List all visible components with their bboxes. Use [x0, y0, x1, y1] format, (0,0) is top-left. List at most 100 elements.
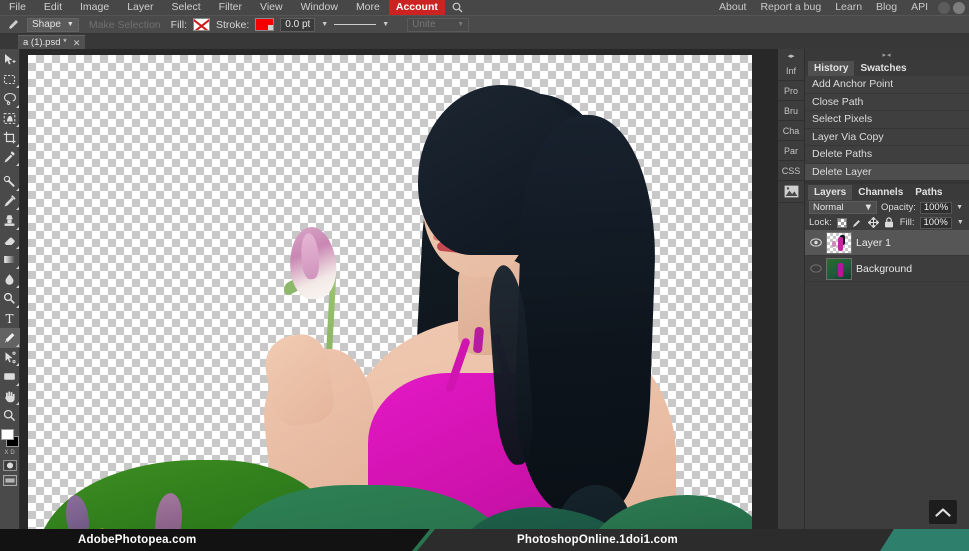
history-item[interactable]: Layer Via Copy	[805, 129, 969, 146]
gradient-tool[interactable]	[0, 250, 20, 270]
menu-api[interactable]: API	[904, 0, 935, 15]
menu-learn[interactable]: Learn	[828, 0, 869, 15]
marquee-tool[interactable]	[0, 70, 20, 90]
hand-tool[interactable]	[0, 387, 20, 407]
tab-channels[interactable]: Channels	[852, 185, 909, 200]
eye-icon[interactable]	[809, 238, 822, 247]
foreground-color-swatch[interactable]	[0, 428, 14, 440]
info-tab[interactable]: Inf	[777, 61, 805, 81]
menu-edit[interactable]: Edit	[35, 0, 71, 15]
fill-input[interactable]: 100%	[919, 216, 952, 229]
fill-chevron-down-icon[interactable]: ▼	[957, 219, 964, 226]
menu-select[interactable]: Select	[162, 0, 209, 15]
layer-thumbnail[interactable]	[826, 231, 852, 254]
css-tab[interactable]: CSS	[777, 161, 805, 181]
history-list[interactable]: Add Anchor Point Close Path Select Pixel…	[805, 76, 969, 181]
menu-blog[interactable]: Blog	[869, 0, 904, 15]
canvas-area[interactable]: le sinh	[20, 49, 778, 551]
lasso-tool[interactable]	[0, 89, 20, 109]
menu-report-bug[interactable]: Report a bug	[753, 0, 828, 15]
brushes-tab[interactable]: Bru	[777, 101, 805, 121]
layer-row-layer-1[interactable]: Layer 1	[805, 230, 969, 256]
properties-tab[interactable]: Pro	[777, 81, 805, 101]
eraser-tool[interactable]	[0, 231, 20, 251]
history-item[interactable]: Delete Paths	[805, 146, 969, 164]
lock-all-icon[interactable]	[884, 217, 895, 228]
history-item[interactable]: Delete Layer	[805, 163, 969, 181]
tool-bar: T X D	[0, 49, 20, 551]
document-tab[interactable]: a (1).psd * ✕	[18, 35, 86, 50]
lock-transparency-icon[interactable]	[836, 217, 847, 228]
dodge-tool[interactable]	[0, 289, 20, 309]
tab-swatches[interactable]: Swatches	[854, 61, 912, 76]
menu-view[interactable]: View	[251, 0, 292, 15]
layer-row-background[interactable]: Background	[805, 256, 969, 282]
tab-paths[interactable]: Paths	[909, 185, 948, 200]
menu-about[interactable]: About	[712, 0, 753, 15]
opacity-chevron-down-icon[interactable]: ▼	[956, 204, 963, 211]
blur-tool[interactable]	[0, 270, 20, 290]
close-icon[interactable]: ✕	[73, 36, 81, 50]
blend-mode-dropdown[interactable]: Normal ▼	[809, 201, 877, 214]
eyedropper-tool[interactable]	[0, 148, 20, 168]
stroke-width-input[interactable]: 0.0 pt	[280, 17, 316, 32]
menu-more[interactable]: More	[347, 0, 389, 15]
artboard[interactable]: le sinh	[28, 55, 752, 551]
shape-tool[interactable]	[0, 367, 20, 387]
move-tool[interactable]	[0, 50, 20, 70]
scroll-to-top-button[interactable]	[929, 500, 957, 524]
path-select-tool[interactable]	[0, 348, 20, 368]
history-item[interactable]: Select Pixels	[805, 111, 969, 129]
tab-layers[interactable]: Layers	[808, 185, 853, 200]
menu-image[interactable]: Image	[71, 0, 118, 15]
history-item[interactable]: Add Anchor Point	[805, 76, 969, 94]
character-tab[interactable]: Cha	[777, 121, 805, 141]
tab-history[interactable]: History	[808, 61, 855, 76]
search-icon[interactable]	[451, 2, 465, 13]
menu-window[interactable]: Window	[292, 0, 347, 15]
type-tool[interactable]: T	[0, 309, 20, 329]
brush-tool[interactable]	[0, 192, 20, 212]
object-select-tool[interactable]	[0, 109, 20, 129]
tool-expand-nub	[15, 382, 19, 386]
menu-file[interactable]: File	[0, 0, 35, 15]
collapse-arrows-icon[interactable]: ▸◂	[882, 51, 891, 59]
shape-mode-dropdown[interactable]: Shape ▼	[27, 17, 79, 32]
path-operation-dropdown[interactable]: Unite ▼	[407, 17, 470, 32]
color-swatches[interactable]	[0, 428, 20, 449]
menu-account[interactable]: Account	[388, 0, 445, 15]
screen-mode-icon[interactable]	[0, 473, 20, 488]
crop-tool[interactable]	[0, 128, 20, 148]
opacity-input[interactable]: 100%	[919, 201, 953, 214]
clone-stamp-tool[interactable]	[0, 211, 20, 231]
menu-layer[interactable]: Layer	[118, 0, 162, 15]
menu-bar: File Edit Image Layer Select Filter View…	[0, 0, 969, 15]
menu-filter[interactable]: Filter	[210, 0, 251, 15]
default-colors-label[interactable]: D	[10, 450, 14, 456]
line-style-preview[interactable]	[334, 24, 377, 25]
image-icon[interactable]	[777, 181, 805, 203]
right-panels: ▸◂ History Swatches Add Anchor Point Clo…	[805, 49, 969, 551]
fill-swatch[interactable]	[193, 18, 210, 31]
twitter-icon[interactable]	[938, 1, 950, 14]
stroke-swatch[interactable]	[255, 18, 275, 31]
history-item[interactable]: Close Path	[805, 94, 969, 111]
paragraph-tab[interactable]: Par	[777, 141, 805, 161]
layer-list[interactable]: Layer 1 Background	[805, 230, 969, 536]
eye-icon[interactable]	[809, 264, 822, 273]
swap-colors-label[interactable]: X	[4, 450, 8, 456]
pen-tool[interactable]	[0, 328, 20, 348]
line-style-chevron-down-icon[interactable]: ▼	[382, 21, 389, 28]
tool-expand-nub	[15, 207, 19, 210]
lock-position-icon[interactable]	[867, 217, 879, 228]
tool-expand-nub	[15, 304, 19, 308]
healing-brush-tool[interactable]	[0, 172, 20, 192]
avatar[interactable]	[953, 1, 965, 14]
collapse-arrows-icon[interactable]: ◂▸	[778, 50, 805, 61]
panel-collapse-bar[interactable]: ▸◂	[805, 49, 969, 60]
quick-mask-icon[interactable]	[0, 458, 20, 473]
layer-thumbnail[interactable]	[826, 257, 852, 280]
stroke-width-chevron-down-icon[interactable]: ▼	[321, 21, 328, 28]
zoom-tool[interactable]	[0, 406, 20, 426]
lock-image-icon[interactable]	[852, 217, 863, 228]
